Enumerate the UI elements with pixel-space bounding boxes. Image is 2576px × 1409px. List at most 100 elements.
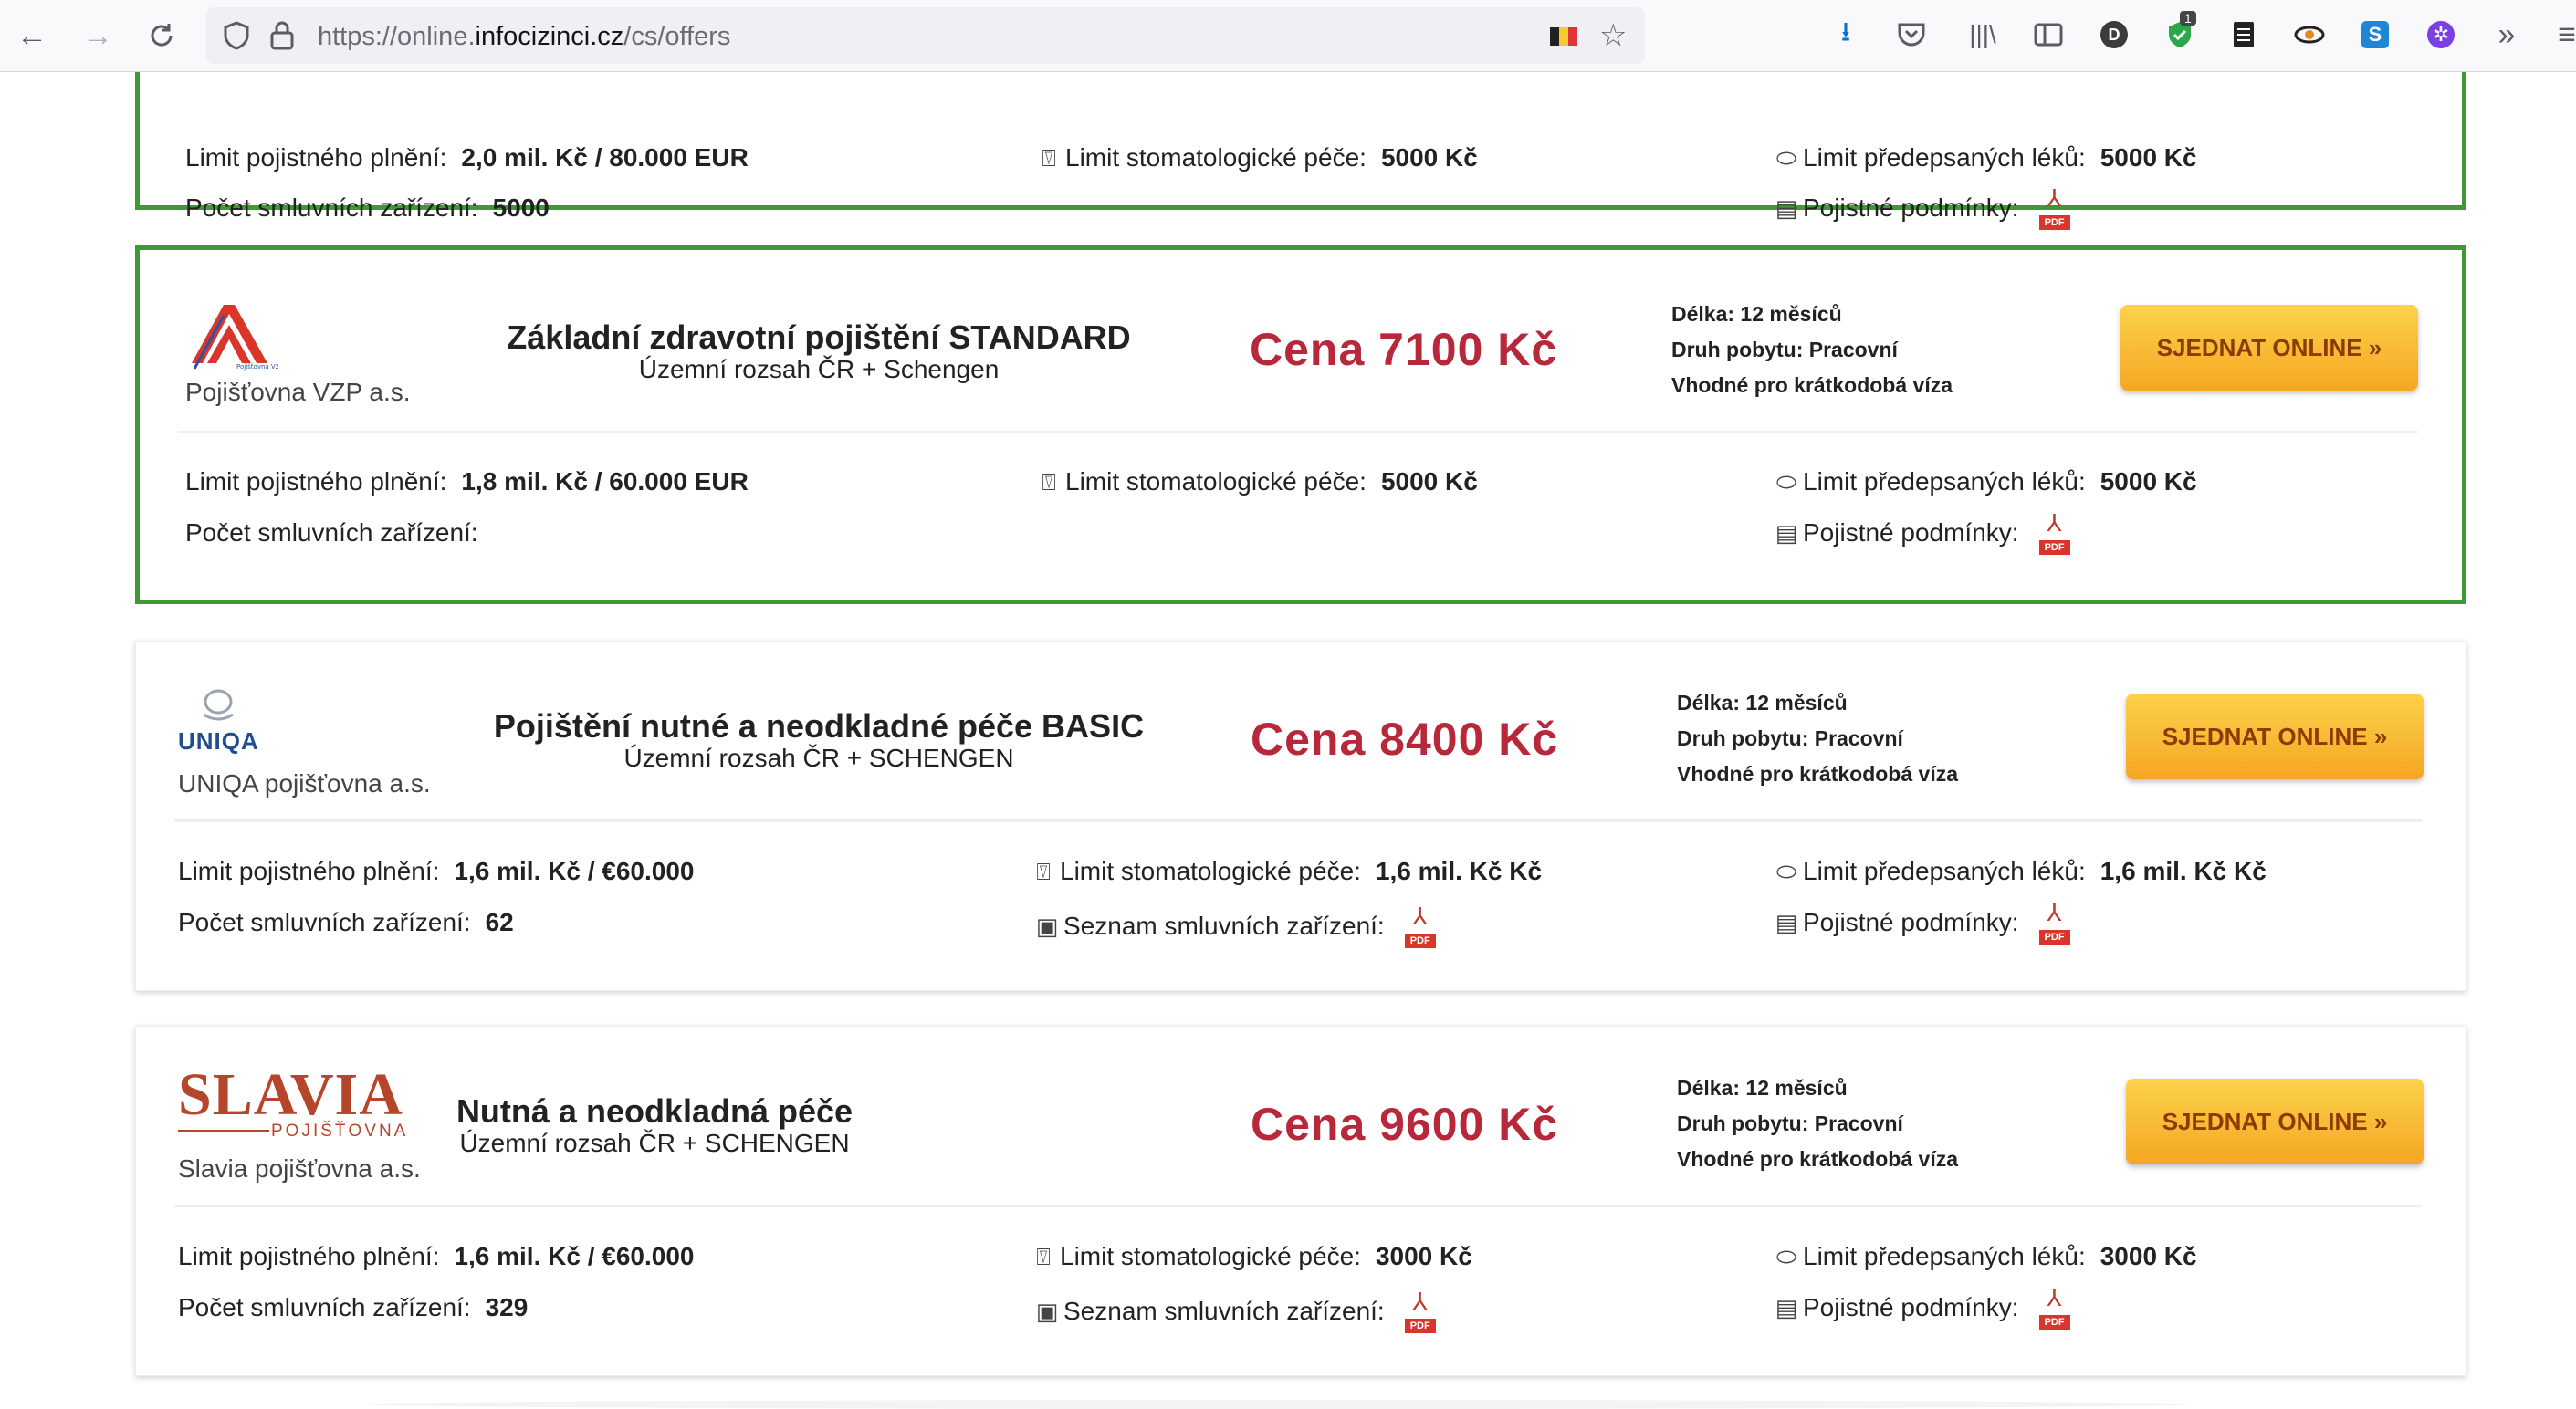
hospital-list-icon: ▣ xyxy=(1035,913,1059,940)
limit-leky-label: Limit předepsaných léků: xyxy=(1803,143,2086,172)
tooth-icon: ⍔ xyxy=(1042,144,1056,172)
offer-card: Limit pojistného plnění: 2,0 mil. Kč / 80… xyxy=(135,72,2466,230)
sidebar-icon[interactable] xyxy=(2028,15,2068,55)
limit-leky-value: 5000 Kč xyxy=(2100,143,2197,172)
podminky-row: ▤ Pojistné podmínky: ⅄ PDF xyxy=(1774,511,2072,555)
sjednat-online-button[interactable]: SJEDNAT ONLINE » xyxy=(2120,305,2418,391)
pdf-icon[interactable]: ⅄ PDF xyxy=(1403,904,1438,948)
document-icon: ▤ xyxy=(1775,1294,1798,1321)
pill-icon: ⬭ xyxy=(1775,144,1797,172)
limit-stomato-row: ⍔ Limit stomatologické péče: 5000 Kč xyxy=(1036,143,1478,172)
limit-plneni-row: Limit pojistného plnění: 1,8 mil. Kč / 60… xyxy=(185,467,749,496)
pdf-icon[interactable]: ⅄ PDF xyxy=(2037,511,2072,555)
podminky-row: ▤ Pojistné podmínky: ⅄ PDF xyxy=(1774,1286,2072,1330)
limit-stomato-row: ⍔ Limit stomatologické péče: 3000 Kč xyxy=(1031,1242,1472,1271)
limit-stomato-label: Limit stomatologické péče: xyxy=(1060,857,1361,885)
profile-avatar[interactable]: D xyxy=(2094,15,2134,55)
reload-icon xyxy=(151,24,173,47)
podminky-label: Pojistné podmínky: xyxy=(1803,193,2019,222)
limit-leky-value: 3000 Kč xyxy=(2100,1242,2197,1270)
forward-button[interactable]: → xyxy=(75,13,120,58)
seznam-zarizeni-label: Seznam smluvních zařízení: xyxy=(1063,1297,1385,1325)
document-icon: ▤ xyxy=(1775,519,1798,547)
sjednat-online-button[interactable]: SJEDNAT ONLINE » xyxy=(2126,694,2424,779)
url-bar[interactable]: https://online.infocizinci.cz/cs/offers … xyxy=(206,7,1645,64)
delka-text: Délka: 12 měsíců xyxy=(1671,302,1842,326)
slavia-logo-line xyxy=(178,1130,269,1132)
pill-icon: ⬭ xyxy=(1775,468,1797,496)
offer-meta: Délka: 12 měsíců Druh pobytu: Pracovní V… xyxy=(1677,685,1958,792)
price: Cena 8400 Kč xyxy=(1251,714,1559,765)
limit-leky-row: ⬭ Limit předepsaných léků: 5000 Kč xyxy=(1774,467,2197,496)
divider xyxy=(178,431,2418,433)
limit-stomato-value: 1,6 mil. Kč Kč xyxy=(1375,857,1543,885)
podminky-label: Pojistné podmínky: xyxy=(1803,518,2019,547)
product-scope: Územní rozsah ČR + Schengen xyxy=(638,355,1000,383)
product-title: Základní zdravotní pojištění STANDARD xyxy=(507,318,1131,356)
pdf-icon[interactable]: ⅄ PDF xyxy=(2037,901,2072,945)
uniqa-logo-icon xyxy=(203,689,234,721)
arrow-right-icon: → xyxy=(82,18,113,53)
druh-pobytu-text: Druh pobytu: Pracovní xyxy=(1677,1112,1903,1135)
podminky-label: Pojistné podmínky: xyxy=(1803,1293,2019,1321)
limit-plneni-value: 1,6 mil. Kč / €60.000 xyxy=(454,857,695,885)
eye-extension-icon[interactable] xyxy=(2289,15,2330,55)
library-icon[interactable]: |||\ xyxy=(1963,15,2003,55)
pdf-icon[interactable]: ⅄ PDF xyxy=(1403,1289,1438,1333)
price: Cena 7100 Kč xyxy=(1250,324,1558,375)
offer-card: SLAVIA POJIŠŤOVNA Slavia pojišťovna a.s.… xyxy=(135,1026,2466,1376)
pocet-zarizeni-value: 5000 xyxy=(492,193,550,222)
pill-icon: ⬭ xyxy=(1775,1243,1797,1270)
product-scope: Územní rozsah ČR + SCHENGEN xyxy=(459,1129,850,1157)
snowflake-extension-icon[interactable]: ✲ xyxy=(2421,15,2461,55)
bookmark-star-icon[interactable]: ☆ xyxy=(1599,20,1627,51)
tooth-icon: ⍔ xyxy=(1042,468,1056,496)
divider xyxy=(174,819,2422,822)
price: Cena 9600 Kč xyxy=(1251,1099,1559,1150)
delka-text: Délka: 12 měsíců xyxy=(1677,1076,1848,1100)
document-icon: ▤ xyxy=(1775,909,1798,936)
delka-text: Délka: 12 měsíců xyxy=(1677,691,1848,715)
tooth-icon: ⍔ xyxy=(1036,1243,1051,1270)
seznam-zarizeni-row: ▣ Seznam smluvních zařízení: ⅄ PDF xyxy=(1034,1289,1438,1333)
limit-leky-value: 5000 Kč xyxy=(2100,467,2197,496)
pocet-zarizeni-value: 329 xyxy=(485,1293,529,1321)
url-text[interactable]: https://online.infocizinci.cz/cs/offers xyxy=(318,22,730,52)
podminky-label: Pojistné podmínky: xyxy=(1803,908,2019,936)
pocket-icon[interactable] xyxy=(1891,15,1932,55)
limit-stomato-value: 5000 Kč xyxy=(1380,143,1478,172)
pocet-zarizeni-value: 62 xyxy=(485,908,514,936)
insurer-name: Slavia pojišťovna a.s. xyxy=(178,1154,421,1183)
product-title: Nutná a neodkladná péče xyxy=(456,1092,853,1130)
sjednat-online-button[interactable]: SJEDNAT ONLINE » xyxy=(2126,1079,2424,1164)
back-button[interactable]: ← xyxy=(9,13,55,58)
limit-plneni-label: Limit pojistného plnění: xyxy=(178,857,440,885)
divider xyxy=(174,1205,2422,1207)
extension-badge: 1 xyxy=(2180,11,2196,26)
limit-leky-row: ⬭ Limit předepsaných léků: 5000 Kč xyxy=(1774,143,2197,172)
s-extension-icon[interactable]: S xyxy=(2355,15,2395,55)
belgium-flag-icon[interactable] xyxy=(1550,27,1577,46)
pdf-icon[interactable]: ⅄ PDF xyxy=(2037,1286,2072,1330)
insurer-name: UNIQA pojišťovna a.s. xyxy=(178,769,431,798)
lock-icon[interactable] xyxy=(268,20,296,51)
pdf-icon[interactable]: ⅄ PDF xyxy=(2037,186,2072,230)
svg-text:Pojišťovna VZP a.s.: Pojišťovna VZP a.s. xyxy=(236,362,278,371)
pocet-zarizeni-label: Počet smluvních zařízení: xyxy=(178,908,471,936)
druh-pobytu-text: Druh pobytu: Pracovní xyxy=(1671,338,1898,361)
offer-meta: Délka: 12 měsíců Druh pobytu: Pracovní V… xyxy=(1671,297,1953,403)
uniqa-logo-text: UNIQA xyxy=(178,727,259,755)
podminky-row: ▤ Pojistné podmínky: ⅄ PDF xyxy=(1774,186,2072,230)
adblock-shield-icon[interactable]: 1 xyxy=(2160,11,2200,55)
shield-icon[interactable] xyxy=(221,20,252,51)
tooth-icon: ⍔ xyxy=(1036,858,1051,885)
menu-icon[interactable]: ≡ xyxy=(2547,15,2576,55)
download-icon[interactable]: ⭳ xyxy=(1826,15,1866,55)
pocet-zarizeni-label: Počet smluvních zařízení: xyxy=(185,193,478,222)
notes-icon[interactable] xyxy=(2224,15,2264,55)
seznam-zarizeni-row: ▣ Seznam smluvních zařízení: ⅄ PDF xyxy=(1034,904,1438,948)
offers-page: Limit pojistného plnění: 2,0 mil. Kč / 80… xyxy=(0,72,2576,1409)
reload-button[interactable] xyxy=(139,13,184,58)
overflow-chevron-icon[interactable]: » xyxy=(2487,15,2527,55)
pocet-zarizeni-row: Počet smluvních zařízení: 5000 xyxy=(185,193,550,223)
